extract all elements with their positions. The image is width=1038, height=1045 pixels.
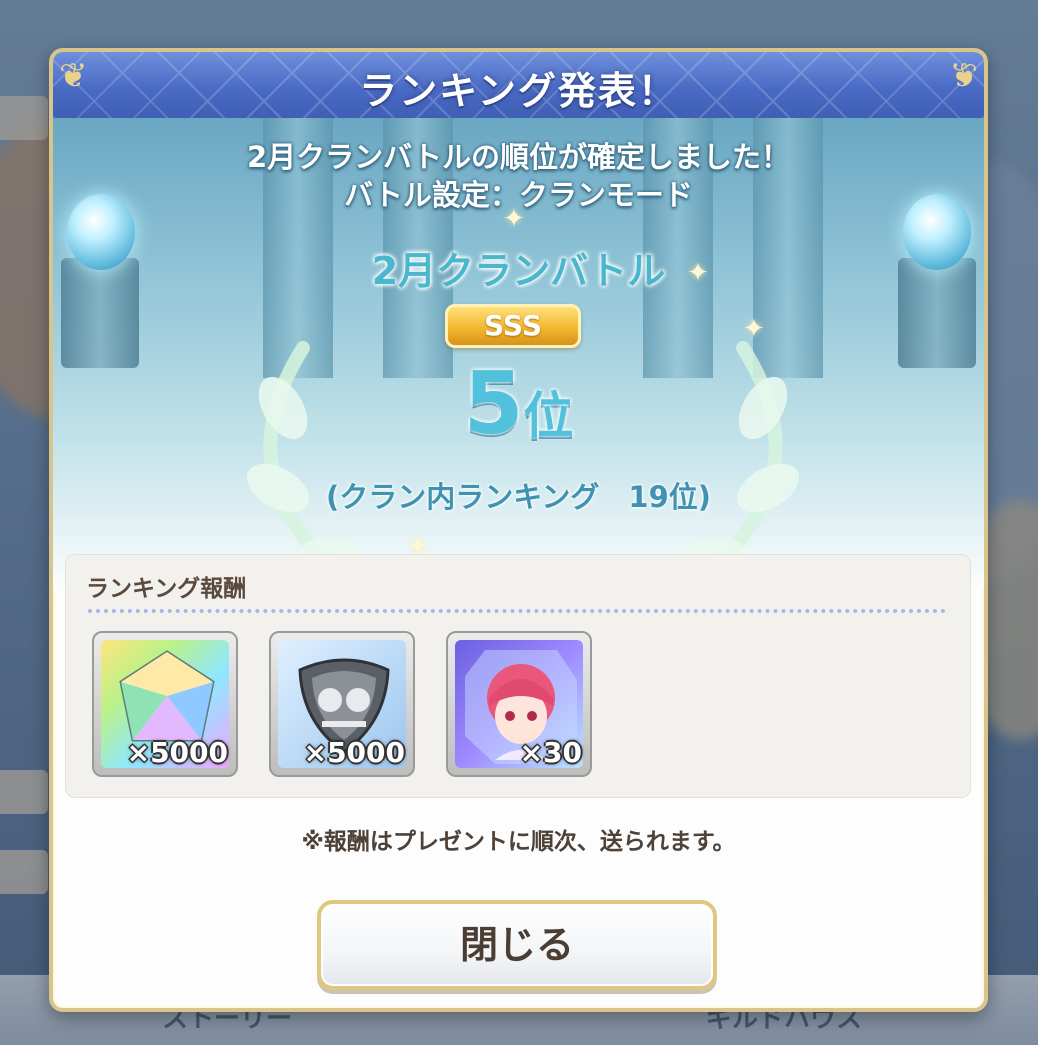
reward-quantity: ×30 (519, 736, 582, 769)
placement-number: 5 (463, 354, 524, 454)
reward-quantity: ×5000 (303, 736, 405, 769)
reward-section-title: ランキング報酬 (86, 576, 247, 602)
dialog-title: ランキング発表！ (359, 69, 678, 113)
reward-item-memory-piece[interactable]: ×30 (446, 631, 592, 777)
reward-item-jewel[interactable]: ×5000 (92, 631, 238, 777)
placement: 5位 (53, 354, 984, 454)
clan-internal-ranking: (クラン内ランキング 19位) (326, 480, 711, 514)
sparkle-icon: ✦ (503, 204, 525, 234)
sparkle-icon: ✦ (743, 314, 765, 344)
reward-quantity: ×5000 (126, 736, 228, 769)
reward-item-coin[interactable]: ×5000 (269, 631, 415, 777)
close-button[interactable]: 閉じる (317, 900, 717, 990)
ranking-result-dialog: ❦ ❦ ランキング発表！ 2月クランバトルの順位が確定しました！ バトル設定：ク… (49, 48, 988, 1012)
reward-delivery-note: ※報酬はプレゼントに順次、送られます。 (301, 829, 736, 855)
sparkle-icon: ✦ (687, 258, 709, 288)
placement-unit: 位 (523, 387, 574, 445)
rank-grade-badge: SSS (445, 304, 581, 348)
result-banner: 2月クランバトルの順位が確定しました！ バトル設定：クランモード 2月クランバト… (53, 118, 984, 652)
dialog-header: ❦ ❦ ランキング発表！ (53, 52, 984, 121)
battle-name: 2月クランバトル (371, 249, 666, 293)
divider (88, 609, 946, 613)
result-message-line1: 2月クランバトルの順位が確定しました！ (246, 140, 791, 174)
reward-panel: ランキング報酬 ×5000 ×5000 ×30 (65, 554, 971, 798)
